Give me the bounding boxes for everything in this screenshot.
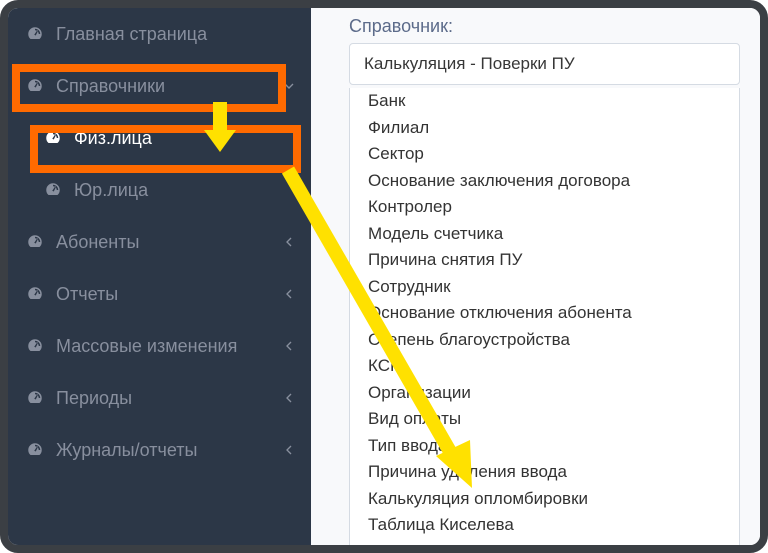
nav-label: Справочники <box>56 76 165 97</box>
nav-label: Абоненты <box>56 232 139 253</box>
dropdown-option[interactable]: Основание заключения договора <box>350 168 739 195</box>
dropdown-option[interactable]: Степень благоустройства <box>350 327 739 354</box>
gauge-icon <box>26 441 44 459</box>
nav-label: Отчеты <box>56 284 118 305</box>
dropdown-option[interactable]: Основание отключения абонента <box>350 300 739 327</box>
chevron-down-icon <box>281 78 297 94</box>
dropdown-option[interactable]: Калькуляция опломбировки <box>350 486 739 513</box>
dropdown-option[interactable]: КСК <box>350 353 739 380</box>
chevron-left-icon <box>281 286 297 302</box>
dropdown-option[interactable]: Причина снятия ПУ <box>350 247 739 274</box>
dropdown-option[interactable]: Контролер <box>350 194 739 221</box>
gauge-icon <box>26 285 44 303</box>
dropdown-label: Справочник: <box>349 16 740 37</box>
nav-legal-entities[interactable]: Юр.лица <box>8 164 311 216</box>
dropdown-option[interactable]: Модель счетчика <box>350 221 739 248</box>
nav-reports[interactable]: Отчеты <box>8 268 311 320</box>
nav-label: Главная страница <box>56 24 207 45</box>
nav-label: Периоды <box>56 388 132 409</box>
dropdown-option[interactable]: Организации <box>350 380 739 407</box>
nav-home[interactable]: Главная страница <box>8 8 311 60</box>
chevron-left-icon <box>281 390 297 406</box>
gauge-icon <box>26 233 44 251</box>
dropdown-option[interactable]: Тип ввода <box>350 433 739 460</box>
chevron-left-icon <box>281 442 297 458</box>
dropdown-selected-value: Калькуляция - Поверки ПУ <box>350 44 739 84</box>
nav-individuals[interactable]: Физ.лица <box>8 112 311 164</box>
dropdown-option[interactable]: Сотрудник <box>350 274 739 301</box>
dropdown-option[interactable]: Филиал <box>350 115 739 142</box>
nav-label: Журналы/отчеты <box>56 440 197 461</box>
nav-periods[interactable]: Периоды <box>8 372 311 424</box>
dropdown-option[interactable]: Таблица Киселева <box>350 512 739 539</box>
dropdown-option[interactable]: Банк <box>350 88 739 115</box>
nav-journals[interactable]: Журналы/отчеты <box>8 424 311 476</box>
directory-dropdown[interactable]: Калькуляция - Поверки ПУ БанкФилиалСекто… <box>349 43 740 85</box>
gauge-icon <box>26 389 44 407</box>
gauge-icon <box>44 181 62 199</box>
nav-mass-changes[interactable]: Массовые изменения <box>8 320 311 372</box>
main-content: Справочник: Калькуляция - Поверки ПУ Бан… <box>311 8 760 545</box>
nav-label: Юр.лица <box>74 180 148 201</box>
gauge-icon <box>26 25 44 43</box>
gauge-icon <box>44 129 62 147</box>
gauge-icon <box>26 77 44 95</box>
nav-label: Физ.лица <box>74 128 152 149</box>
nav-subscribers[interactable]: Абоненты <box>8 216 311 268</box>
dropdown-list: БанкФилиалСекторОснование заключения дог… <box>349 88 740 553</box>
nav-label: Массовые изменения <box>56 336 237 357</box>
dropdown-option[interactable]: Тарифы <box>350 539 739 553</box>
gauge-icon <box>26 337 44 355</box>
dropdown-option[interactable]: Сектор <box>350 141 739 168</box>
nav-directories[interactable]: Справочники <box>8 60 311 112</box>
chevron-left-icon <box>281 338 297 354</box>
app-frame: Главная страница Справочники Физ.лица Юр… <box>0 0 768 553</box>
dropdown-option[interactable]: Вид оплаты <box>350 406 739 433</box>
chevron-left-icon <box>281 234 297 250</box>
sidebar: Главная страница Справочники Физ.лица Юр… <box>8 8 311 545</box>
dropdown-option[interactable]: Причина удаления ввода <box>350 459 739 486</box>
